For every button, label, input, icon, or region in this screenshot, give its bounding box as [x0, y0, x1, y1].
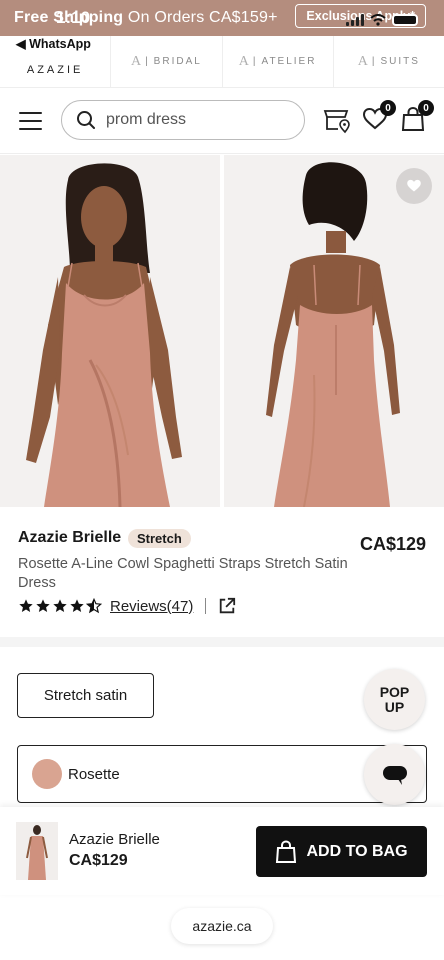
- star-icon: [53, 599, 67, 612]
- selected-color-label: Rosette: [68, 765, 120, 783]
- share-icon[interactable]: [218, 597, 236, 615]
- product-info: Azazie Brielle Stretch CA$129 Rosette A-…: [0, 507, 444, 637]
- color-swatch: [32, 759, 62, 789]
- sticky-product-name: Azazie Brielle: [69, 831, 160, 848]
- star-icon: [36, 599, 50, 612]
- tab-bridal-label: BRIDAL: [153, 56, 202, 67]
- tab-bridal[interactable]: A | BRIDAL: [110, 36, 221, 87]
- wishlist-button[interactable]: 0: [362, 100, 396, 134]
- tab-atelier[interactable]: A | ATELIER: [221, 36, 333, 87]
- product-thumbnail: [16, 822, 58, 880]
- favorite-button[interactable]: [396, 168, 432, 204]
- tab-suits-label: SUITS: [380, 56, 420, 67]
- browser-url-bar[interactable]: azazie.ca: [171, 908, 273, 944]
- signal-icon: [346, 14, 364, 26]
- status-icons: [346, 14, 418, 26]
- bag-icon: [276, 839, 297, 863]
- model-front-image: [26, 163, 182, 507]
- search-icon: [77, 111, 95, 129]
- stretch-badge: Stretch: [128, 529, 191, 548]
- hamburger-menu-icon[interactable]: [19, 112, 42, 130]
- search-input[interactable]: prom dress: [61, 100, 305, 140]
- rating-row: Reviews(47): [18, 597, 236, 615]
- popup-button[interactable]: POP UP: [364, 669, 425, 730]
- store-location-icon[interactable]: [322, 106, 350, 134]
- search-value: prom dress: [106, 111, 187, 128]
- wifi-icon: [370, 14, 386, 26]
- product-photo-front[interactable]: [0, 155, 220, 507]
- battery-icon: [392, 14, 418, 26]
- half-star-icon: [86, 598, 102, 614]
- reviews-link[interactable]: Reviews(47): [110, 598, 193, 615]
- status-time: 1:10: [56, 8, 91, 27]
- star-icon: [70, 599, 84, 612]
- promo-rest: On Orders CA$159+: [123, 9, 278, 26]
- popup-label: POP UP: [379, 683, 410, 715]
- heart-icon: [407, 179, 421, 192]
- azazie-logo-icon: A: [357, 53, 368, 69]
- product-price: CA$129: [359, 534, 426, 554]
- divider: [205, 598, 207, 614]
- azazie-logo-icon: A: [238, 53, 249, 69]
- bag-count: 0: [418, 100, 434, 116]
- product-description: Rosette A-Line Cowl Spaghetti Straps Str…: [18, 556, 348, 591]
- product-name: Azazie Brielle: [18, 529, 122, 546]
- product-photo-back[interactable]: [224, 155, 444, 507]
- product-gallery[interactable]: [0, 155, 444, 507]
- star-icon: [19, 599, 33, 612]
- sticky-product-price: CA$129: [69, 852, 128, 869]
- tab-atelier-label: ATELIER: [261, 56, 317, 67]
- azazie-logo-icon: A: [130, 53, 142, 69]
- tab-azazie-label: AZAZIE: [26, 63, 84, 76]
- section-divider: [0, 637, 444, 647]
- star-rating: [18, 598, 102, 614]
- tab-suits[interactable]: A | SUITS: [332, 36, 444, 87]
- model-back-image: [266, 162, 400, 507]
- fabric-option-stretch-satin[interactable]: Stretch satin: [17, 673, 154, 718]
- add-to-bag-label: ADD TO BAG: [306, 842, 408, 860]
- promo-text: Free Shipping On Orders CA$159+: [14, 9, 278, 27]
- shopping-bag-button[interactable]: 0: [400, 100, 434, 134]
- sticky-purchase-bar: Azazie Brielle CA$129 ADD TO BAG: [0, 807, 444, 895]
- site-header: prom dress 0 0: [0, 88, 444, 154]
- back-to-whatsapp[interactable]: ◀ WhatsApp: [16, 36, 91, 51]
- add-to-bag-button[interactable]: ADD TO BAG: [256, 826, 427, 877]
- wishlist-count: 0: [380, 100, 396, 116]
- chat-button[interactable]: [364, 744, 425, 805]
- chat-icon: [382, 765, 407, 785]
